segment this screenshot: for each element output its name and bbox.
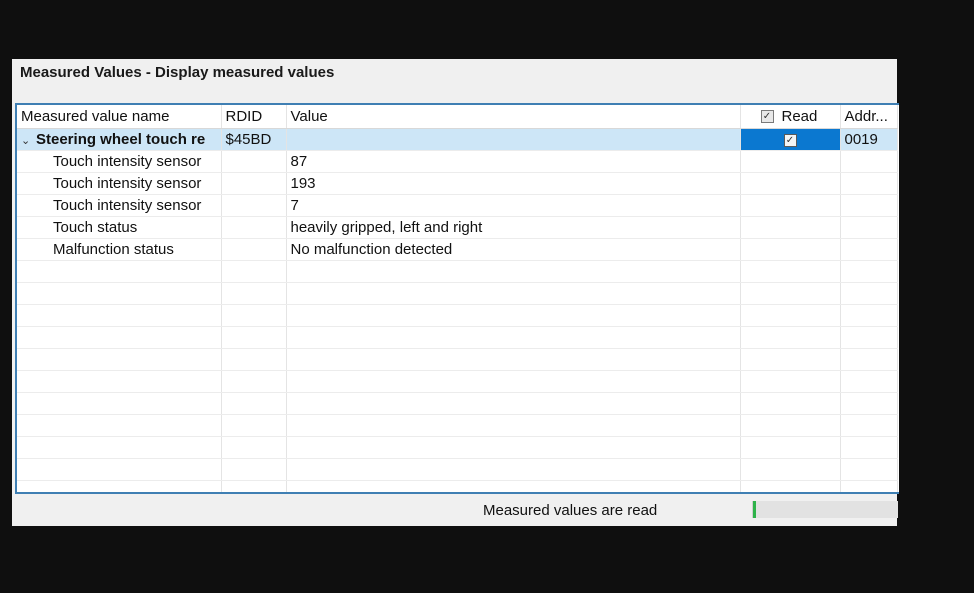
measured-values-grid[interactable]: Measured value name RDID Value ✓ Read Ad… xyxy=(15,103,899,494)
status-bar: Measured values are read xyxy=(12,495,898,526)
row-value: 193 xyxy=(286,172,741,195)
row-name: Touch intensity sensor xyxy=(17,194,222,217)
row-name: Touch intensity sensor xyxy=(17,150,222,173)
table-row[interactable]: Touch intensity sensor 87 xyxy=(17,150,898,173)
row-name: Touch intensity sensor xyxy=(17,172,222,195)
group-addr: 0019 xyxy=(840,128,898,151)
group-name: Steering wheel touch re xyxy=(36,131,206,148)
empty-row xyxy=(17,370,898,393)
column-header-value[interactable]: Value xyxy=(286,105,741,129)
table-header-row: Measured value name RDID Value ✓ Read Ad… xyxy=(17,105,898,129)
group-read-checkbox[interactable]: ✓ xyxy=(783,133,797,147)
empty-row xyxy=(17,458,898,481)
row-value: 7 xyxy=(286,194,741,217)
empty-row xyxy=(17,304,898,327)
select-all-checkbox[interactable]: ✓ xyxy=(760,110,774,123)
empty-rows xyxy=(17,260,898,492)
row-name: Touch status xyxy=(17,216,222,239)
chevron-down-icon[interactable]: ⌄ xyxy=(21,134,33,147)
empty-row xyxy=(17,348,898,371)
empty-row xyxy=(17,282,898,305)
empty-row xyxy=(17,436,898,459)
group-value xyxy=(286,128,741,151)
empty-row xyxy=(17,480,898,492)
table-row[interactable]: Touch intensity sensor 193 xyxy=(17,172,898,195)
status-text: Measured values are read xyxy=(483,502,658,519)
measured-values-table: Measured value name RDID Value ✓ Read Ad… xyxy=(17,105,898,492)
column-header-read[interactable]: ✓ Read xyxy=(740,105,841,129)
row-value: 87 xyxy=(286,150,741,173)
column-header-name[interactable]: Measured value name xyxy=(17,105,222,129)
row-value: No malfunction detected xyxy=(286,238,741,261)
column-header-read-label: Read xyxy=(781,108,818,125)
table-row[interactable]: Touch intensity sensor 7 xyxy=(17,194,898,217)
empty-row xyxy=(17,260,898,283)
empty-row xyxy=(17,392,898,415)
group-read-cell[interactable]: ✓ xyxy=(740,128,841,151)
empty-row xyxy=(17,326,898,349)
column-header-addr[interactable]: Addr... xyxy=(840,105,898,129)
group-row-steering-wheel[interactable]: ⌄ Steering wheel touch re $45BD ✓ 0019 xyxy=(17,128,898,151)
window-title: Measured Values - Display measured value… xyxy=(20,64,335,81)
progress-fill xyxy=(753,501,756,518)
row-value: heavily gripped, left and right xyxy=(286,216,741,239)
column-header-rdid[interactable]: RDID xyxy=(221,105,287,129)
empty-row xyxy=(17,414,898,437)
progress-bar xyxy=(752,501,898,518)
group-rdid: $45BD xyxy=(221,128,287,151)
table-row[interactable]: Touch status heavily gripped, left and r… xyxy=(17,216,898,239)
measured-values-window: Measured Values - Display measured value… xyxy=(12,59,899,526)
table-row[interactable]: Malfunction status No malfunction detect… xyxy=(17,238,898,261)
row-name: Malfunction status xyxy=(17,238,222,261)
